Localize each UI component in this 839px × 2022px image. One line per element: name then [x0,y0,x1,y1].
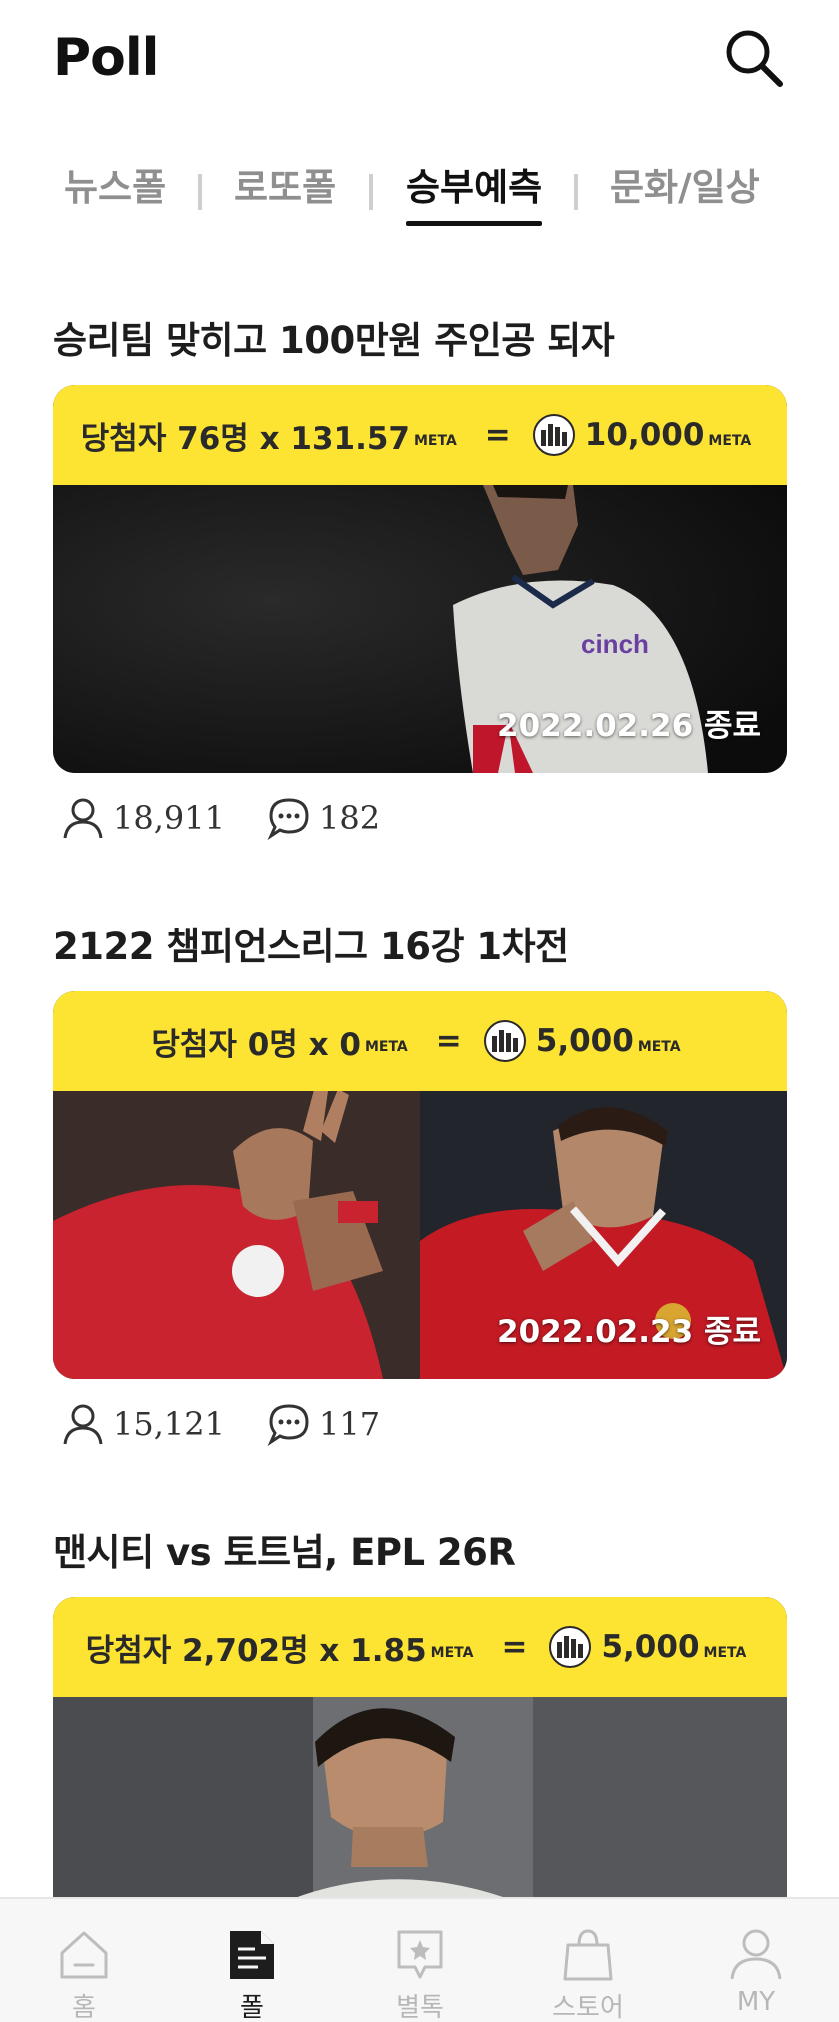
tab-divider [574,174,578,210]
winners-text: 당첨자 76명 x 131.57 [80,420,410,457]
shopping-bag-icon [563,1929,613,1981]
prize-bar: 당첨자 2,702명 x 1.85 META = 5,000 META [53,1597,787,1697]
nav-home[interactable]: 홈 [24,1899,144,2022]
end-date: 2022.02.23 종료 [497,1314,761,1350]
category-tabs: 뉴스폴 로또폴 승부예측 문화/일상 [0,160,839,230]
meta-coin-icon [532,414,575,456]
participants-count: 15,121 [113,1405,225,1443]
poll-title[interactable]: 2122 챔피언스리그 16강 1차전 [53,916,569,970]
meta-unit: META [708,433,752,449]
tab-divider [198,174,202,210]
prize-total: 5,000 [535,1023,634,1059]
search-button[interactable] [720,24,786,90]
tab-news-poll[interactable]: 뉴스폴 [64,160,166,226]
poll-screen: Poll 뉴스폴 로또폴 승부예측 문화/일상 승리팀 맞히고 100만원 주인… [0,0,839,2022]
poll-card[interactable]: 당첨자 0명 x 0 META = 5,000 META 2022.02.23 … [53,991,787,1379]
nav-label: 별톡 [396,1993,444,2022]
svg-text:cinch: cinch [581,629,649,659]
prize-total: 5,000 [601,1629,700,1665]
bottom-navigation: 홈 폴 별톡 스토어 MY [0,1897,839,2022]
home-icon [60,1931,108,1979]
nav-label: MY [736,1987,776,2017]
meta-unit: META [414,433,457,449]
tab-lotto-poll[interactable]: 로또폴 [234,160,336,226]
comments-count: 182 [319,799,381,837]
comments-stat[interactable]: 117 [267,1396,380,1452]
nav-label: 홈 [72,1993,96,2022]
comments-count: 117 [319,1405,381,1443]
equals-sign: = [501,1629,528,1665]
end-date: 2022.02.26 종료 [497,708,761,744]
nav-label: 스토어 [552,1993,624,2022]
tab-match-prediction[interactable]: 승부예측 [406,160,543,226]
poll-image: cinch 2022.02.26 종료 [53,485,787,773]
tab-culture-daily[interactable]: 문화/일상 [610,160,760,226]
prize-bar: 당첨자 0명 x 0 META = 5,000 META [53,991,787,1091]
user-icon [63,798,103,839]
meta-unit: META [637,1039,681,1055]
meta-coin-icon [483,1020,526,1062]
tab-divider [369,174,373,210]
winners-text: 당첨자 2,702명 x 1.85 [85,1632,427,1669]
poll-stats: 18,911 182 [61,790,561,846]
participants-count: 18,911 [113,799,225,837]
winners-text: 당첨자 0명 x 0 [151,1026,361,1063]
meta-coin-icon [549,1626,592,1668]
nav-my[interactable]: MY [696,1899,816,2022]
user-icon [63,1404,103,1445]
participants-stat: 18,911 [61,790,225,846]
prize-total: 10,000 [584,417,705,453]
star-chat-icon [397,1930,443,1979]
poll-title[interactable]: 맨시티 vs 토트넘, EPL 26R [53,1522,516,1576]
poll-icon [230,1931,274,1979]
comments-stat[interactable]: 182 [267,790,380,846]
equals-sign: = [484,417,511,453]
poll-stats: 15,121 117 [61,1396,561,1452]
search-icon [726,30,783,87]
nav-poll[interactable]: 폴 [192,1899,312,2022]
meta-unit: META [430,1645,474,1661]
page-title: Poll [53,28,159,88]
participants-stat: 15,121 [61,1396,225,1452]
equals-sign: = [435,1023,462,1059]
poll-title[interactable]: 승리팀 맞히고 100만원 주인공 되자 [53,310,615,364]
meta-unit: META [364,1039,408,1055]
nav-store[interactable]: 스토어 [528,1899,648,2022]
nav-label: 폴 [240,1993,264,2022]
meta-unit: META [703,1645,747,1661]
comment-icon [267,798,309,840]
prize-bar: 당첨자 76명 x 131.57 META = 10,000 META [53,385,787,485]
user-icon [730,1929,782,1980]
nav-star-chat[interactable]: 별톡 [360,1899,480,2022]
poll-image: 2022.02.23 종료 [53,1091,787,1379]
comment-icon [267,1404,309,1446]
app-header: Poll [0,0,839,120]
poll-card[interactable]: 당첨자 76명 x 131.57 META = 10,000 META cinc… [53,385,787,773]
